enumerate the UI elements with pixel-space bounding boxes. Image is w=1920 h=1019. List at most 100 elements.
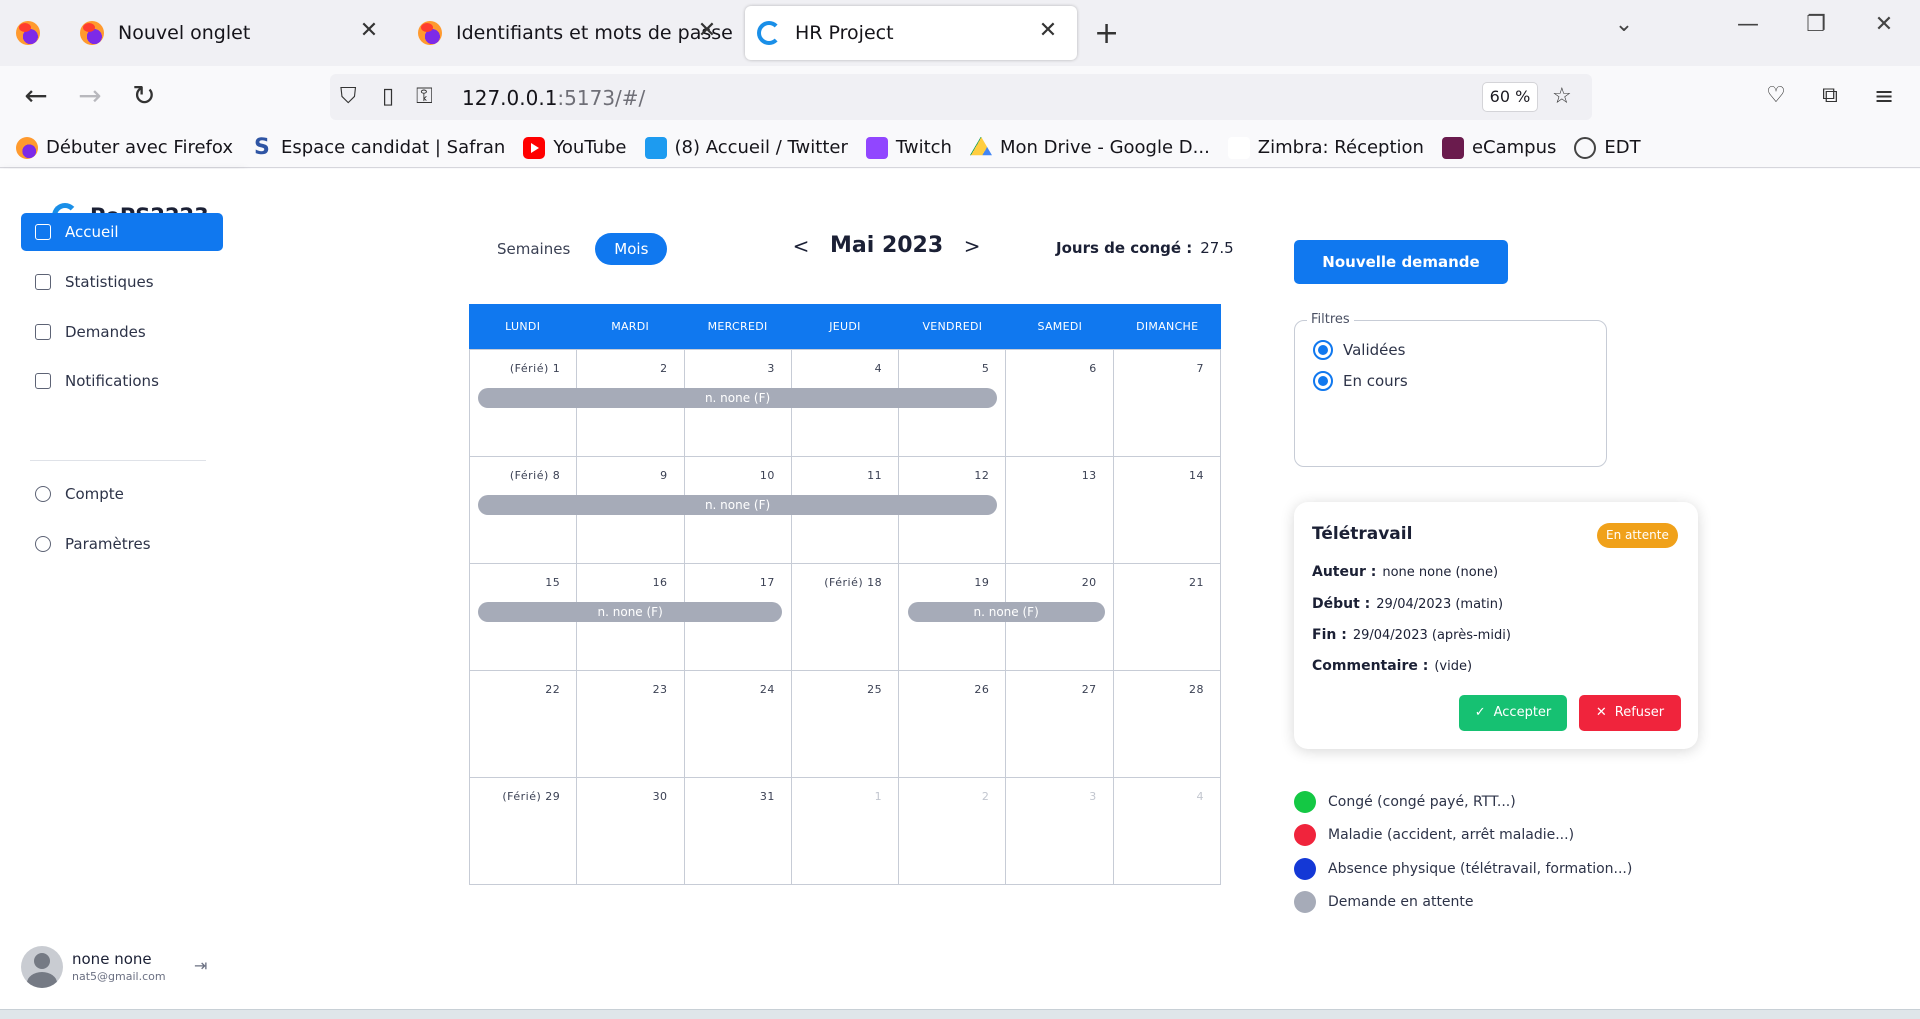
logout-icon[interactable]: ⇥: [194, 956, 207, 975]
bookmark-star-icon[interactable]: ☆: [1552, 83, 1572, 111]
view-option-mois[interactable]: Mois: [595, 233, 668, 265]
minimize-button[interactable]: —: [1728, 12, 1768, 37]
url-bar[interactable]: ⛉ ▯ ⚿ 127.0.0.1:5173/#/ 60 % ☆: [330, 74, 1592, 120]
bookmark-item[interactable]: Twitch: [865, 136, 952, 159]
sidebar-item-statistiques[interactable]: Statistiques: [21, 263, 223, 301]
calendar-day-cell[interactable]: 27: [1006, 671, 1114, 778]
day-number: 25: [867, 683, 883, 696]
new-request-button[interactable]: Nouvelle demande: [1294, 240, 1508, 284]
legend-item: Absence physique (télétravail, formation…: [1294, 852, 1632, 886]
calendar-day-cell[interactable]: 2: [899, 778, 1007, 885]
calendar-day-cell[interactable]: 23: [577, 671, 685, 778]
calendar-day-cell[interactable]: 22: [470, 671, 578, 778]
calendar-day-cell[interactable]: 24: [684, 671, 792, 778]
day-number: 7: [1196, 362, 1204, 375]
calendar-day-cell[interactable]: 25: [791, 671, 900, 778]
calendar-day-cell[interactable]: (Férié) 29: [470, 778, 578, 885]
firefox-menu-button[interactable]: [16, 6, 56, 60]
bookmark-item[interactable]: eCampus: [1441, 136, 1556, 159]
calendar-day-cell[interactable]: 14: [1113, 457, 1221, 564]
leave-days-value: 27.5: [1200, 239, 1234, 257]
calendar-event[interactable]: n. none (F): [478, 602, 783, 622]
legend-label: Maladie (accident, arrêt maladie...): [1328, 827, 1575, 844]
tab-nouvel-onglet[interactable]: Nouvel onglet ✕: [68, 6, 398, 60]
close-icon[interactable]: ✕: [354, 18, 384, 43]
day-number: 30: [652, 790, 668, 803]
sidebar-item-parametres[interactable]: Paramètres: [21, 525, 223, 563]
clipboard-icon: [35, 324, 51, 340]
radio-checked-icon[interactable]: [1313, 340, 1333, 360]
close-icon[interactable]: ✕: [692, 18, 722, 43]
calendar-day-cell[interactable]: 31: [684, 778, 792, 885]
calendar-event[interactable]: n. none (F): [478, 495, 998, 515]
bookmark-item[interactable]: Zimbra: Réception: [1227, 136, 1424, 159]
calendar-event[interactable]: n. none (F): [478, 388, 998, 408]
calendar-day-cell[interactable]: 30: [577, 778, 685, 885]
key-icon[interactable]: ⚿: [416, 83, 433, 111]
request-start: Début :29/04/2023 (matin): [1312, 596, 1504, 612]
list-tabs-button[interactable]: ⌄: [1604, 12, 1644, 37]
back-arrow-icon[interactable]: ←: [18, 80, 54, 112]
previous-month-button[interactable]: <: [790, 234, 812, 258]
extensions-icon[interactable]: ⧉: [1812, 80, 1848, 112]
accept-button[interactable]: ✓ Accepter: [1459, 695, 1567, 731]
calendar-day-cell[interactable]: 28: [1113, 671, 1221, 778]
sidebar-item-accueil[interactable]: Accueil: [21, 213, 223, 251]
refuse-button[interactable]: ✕ Refuser: [1579, 695, 1681, 731]
legend-item: Congé (congé payé, RTT...): [1294, 785, 1632, 819]
calendar-day-cell[interactable]: 4: [1113, 778, 1221, 885]
request-card: Télétravail En attente Auteur : none none…: [1294, 502, 1698, 749]
close-icon[interactable]: ✕: [1033, 18, 1063, 43]
user-email: nat5@gmail.com: [72, 970, 166, 983]
bookmark-item[interactable]: Débuter avec Firefox: [16, 136, 233, 159]
view-option-semaines[interactable]: Semaines: [478, 233, 589, 265]
browser-tab-bar: Nouvel onglet ✕ Identifiants et mots de …: [0, 0, 1920, 66]
shield-icon[interactable]: ⛉: [340, 83, 357, 111]
calendar-day-cell[interactable]: 13: [1006, 457, 1114, 564]
day-number: 12: [974, 469, 990, 482]
calendar-day-cell[interactable]: 3: [1006, 778, 1114, 885]
next-month-button[interactable]: >: [961, 234, 983, 258]
new-tab-button[interactable]: +: [1094, 6, 1124, 60]
day-number: 10: [759, 469, 775, 482]
calendar-day-cell[interactable]: 26: [899, 671, 1007, 778]
legend-color-dot: [1294, 857, 1316, 880]
globe-icon: [1574, 136, 1597, 159]
calendar-event[interactable]: n. none (F): [907, 602, 1105, 622]
restore-button[interactable]: ❐: [1796, 12, 1836, 37]
user-profile[interactable]: none none nat5@gmail.com ⇥: [21, 946, 221, 992]
calendar-day-cell[interactable]: 1: [791, 778, 900, 885]
reload-icon[interactable]: ↻: [126, 80, 162, 112]
calendar-day-cell[interactable]: 21: [1113, 564, 1221, 671]
sidebar-item-notifications[interactable]: Notifications: [21, 362, 223, 400]
calendar-day-cell[interactable]: (Férié) 18: [791, 564, 900, 671]
pocket-icon[interactable]: ♡: [1758, 80, 1794, 112]
tab-hr-project[interactable]: HR Project ✕: [745, 6, 1077, 60]
sidebar-item-demandes[interactable]: Demandes: [21, 313, 223, 351]
filter-option-en-cours[interactable]: En cours: [1313, 371, 1408, 391]
url-text[interactable]: 127.0.0.1:5173/#/: [462, 86, 645, 110]
radio-checked-icon[interactable]: [1313, 371, 1333, 391]
bookmark-item[interactable]: (8) Accueil / Twitter: [644, 136, 848, 159]
close-window-button[interactable]: ✕: [1864, 12, 1904, 37]
sidebar-item-compte[interactable]: Compte: [21, 475, 223, 513]
bookmark-item[interactable]: YouTube: [523, 136, 627, 159]
bookmark-item[interactable]: Mon Drive - Google D...: [969, 136, 1210, 159]
firefox-icon: [418, 21, 442, 45]
weekday-header: LUNDI: [505, 320, 541, 333]
forward-arrow-icon[interactable]: →: [72, 80, 108, 112]
filter-option-validees[interactable]: Validées: [1313, 340, 1405, 360]
tab-identifiants[interactable]: Identifiants et mots de passe ✕: [406, 6, 736, 60]
day-number: 11: [867, 469, 883, 482]
page-icon[interactable]: ▯: [382, 83, 394, 111]
day-number: 3: [767, 362, 775, 375]
day-number: 28: [1188, 683, 1204, 696]
twitter-icon: [644, 136, 667, 159]
bookmark-item[interactable]: S Espace candidat | Safran: [251, 136, 505, 159]
calendar-day-cell[interactable]: 7: [1113, 350, 1221, 457]
calendar-day-cell[interactable]: 6: [1006, 350, 1114, 457]
zoom-level-badge[interactable]: 60 %: [1482, 82, 1538, 112]
hamburger-menu-icon[interactable]: ≡: [1866, 80, 1902, 112]
bookmark-item[interactable]: EDT: [1574, 136, 1641, 159]
day-number: 20: [1081, 576, 1097, 589]
